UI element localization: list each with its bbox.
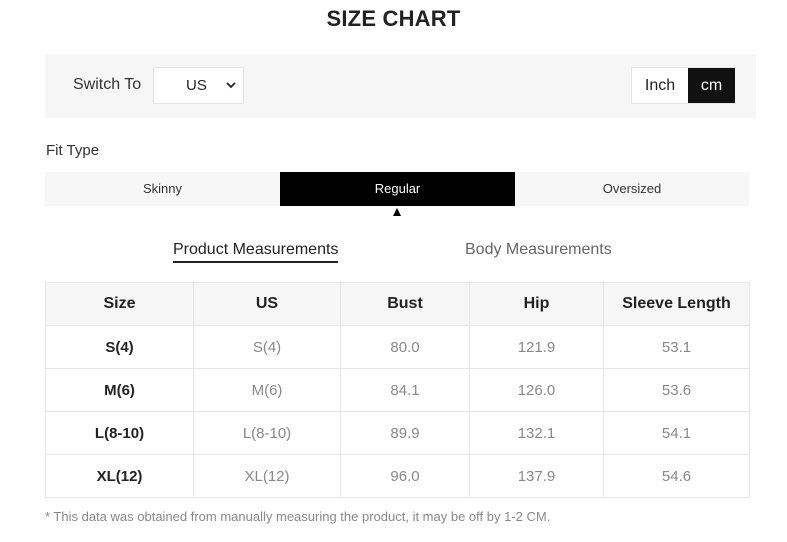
bust-cell: 96.0: [340, 454, 470, 498]
caret-up-icon: [393, 208, 401, 216]
size-cell: M(6): [45, 368, 194, 412]
page-title: SIZE CHART: [326, 6, 461, 31]
unit-inch-button[interactable]: Inch: [632, 68, 688, 103]
tab-product-measurements[interactable]: Product Measurements: [173, 241, 339, 263]
table-row: XL(12) XL(12) 96.0 137.9 54.6: [45, 454, 750, 498]
unit-toggle: Inch cm: [631, 67, 735, 104]
size-cell: L(8-10): [45, 411, 194, 455]
table-header-row: Size US Bust Hip Sleeve Length: [45, 282, 750, 326]
tab-body-measurements[interactable]: Body Measurements: [465, 241, 612, 263]
size-table: Size US Bust Hip Sleeve Length S(4) S(4)…: [45, 282, 750, 498]
unit-switch-bar: Switch To US Inch cm: [45, 54, 756, 118]
sleeve-length-cell: 54.6: [603, 454, 750, 498]
hip-cell: 132.1: [469, 411, 604, 455]
column-header: Hip: [469, 282, 604, 326]
us-cell: M(6): [193, 368, 341, 412]
table-row: L(8-10) L(8-10) 89.9 132.1 54.1: [45, 411, 750, 455]
column-header: US: [193, 282, 341, 326]
measurement-footnote: * This data was obtained from manually m…: [45, 509, 551, 524]
size-cell: XL(12): [45, 454, 194, 498]
hip-cell: 121.9: [469, 325, 604, 369]
region-select-value: US: [186, 77, 207, 94]
bust-cell: 80.0: [340, 325, 470, 369]
sleeve-length-cell: 53.1: [603, 325, 750, 369]
table-row: M(6) M(6) 84.1 126.0 53.6: [45, 368, 750, 412]
column-header: Bust: [340, 282, 470, 326]
size-cell: S(4): [45, 325, 194, 369]
bust-cell: 89.9: [340, 411, 470, 455]
fit-type-label: Fit Type: [46, 142, 100, 159]
fit-type-selector: Skinny Regular Oversized: [45, 172, 749, 206]
region-select[interactable]: US: [153, 67, 244, 104]
sleeve-length-cell: 54.1: [603, 411, 750, 455]
unit-cm-button[interactable]: cm: [688, 68, 735, 103]
bust-cell: 84.1: [340, 368, 470, 412]
chevron-down-icon: [226, 82, 236, 89]
column-header: Size: [45, 282, 194, 326]
sleeve-length-cell: 53.6: [603, 368, 750, 412]
hip-cell: 137.9: [469, 454, 604, 498]
us-cell: XL(12): [193, 454, 341, 498]
table-row: S(4) S(4) 80.0 121.9 53.1: [45, 325, 750, 369]
fit-option-oversized[interactable]: Oversized: [515, 172, 749, 206]
hip-cell: 126.0: [469, 368, 604, 412]
column-header: Sleeve Length: [603, 282, 750, 326]
switch-to-label: Switch To: [73, 76, 142, 93]
fit-option-skinny[interactable]: Skinny: [45, 172, 280, 206]
us-cell: L(8-10): [193, 411, 341, 455]
us-cell: S(4): [193, 325, 341, 369]
fit-option-regular[interactable]: Regular: [280, 172, 515, 206]
